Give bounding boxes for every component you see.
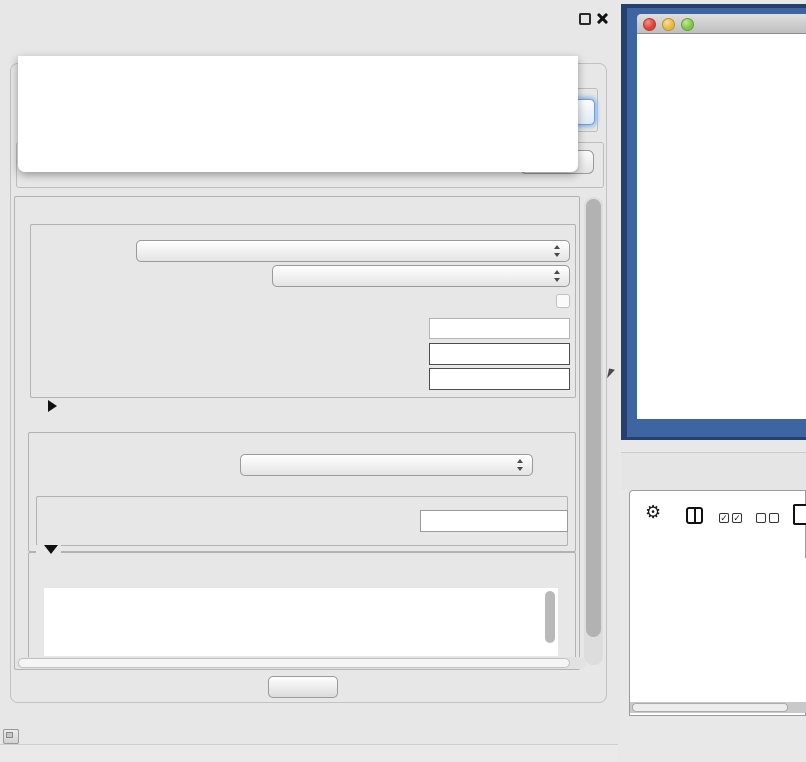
- table-panel-header: [621, 452, 806, 490]
- file-icon[interactable]: [793, 504, 806, 525]
- table-toolbar: [629, 492, 806, 538]
- table-body[interactable]: [630, 558, 806, 702]
- collapse-arrow-icon[interactable]: [44, 545, 58, 554]
- apply-button[interactable]: [268, 676, 338, 698]
- network-canvas[interactable]: [637, 34, 806, 419]
- table-header-row: [630, 538, 806, 558]
- stepper-icon: [554, 245, 561, 257]
- dropdown-hint: [18, 56, 578, 75]
- expand-arrow-icon[interactable]: [48, 400, 57, 412]
- columns-icon[interactable]: [686, 507, 703, 524]
- algorithm-dropdown-popup: [18, 56, 578, 172]
- stepper-icon: [517, 459, 524, 471]
- dock-window-icon-inner: [6, 732, 13, 738]
- list-scrollbar-thumb[interactable]: [545, 591, 555, 643]
- unchecked-checkbox-icon[interactable]: [769, 513, 779, 523]
- sources-title[interactable]: [36, 545, 61, 554]
- checked-checkbox-icon[interactable]: [719, 513, 729, 523]
- aracne-mode-combobox[interactable]: [136, 240, 570, 262]
- manual-kernel-checkbox[interactable]: [556, 294, 570, 308]
- dock-window-icon[interactable]: [3, 729, 19, 744]
- mi-type-combobox[interactable]: [272, 265, 570, 287]
- table-hscrollbar-thumb[interactable]: [632, 703, 788, 712]
- dpi-tolerance-field[interactable]: [429, 343, 570, 365]
- network-window-titlebar[interactable]: [637, 14, 806, 34]
- checked-checkbox-icon[interactable]: [732, 513, 742, 523]
- settings-scrollbar-thumb[interactable]: [586, 199, 601, 637]
- close-icon[interactable]: [595, 12, 608, 25]
- kernel-width-field[interactable]: [429, 318, 570, 339]
- zoom-window-icon[interactable]: [681, 18, 694, 31]
- list-hscrollbar-thumb[interactable]: [18, 658, 570, 668]
- hub-definition-section[interactable]: [40, 400, 57, 412]
- minimize-window-icon[interactable]: [662, 18, 675, 31]
- gear-icon[interactable]: [645, 502, 661, 523]
- stepper-icon: [554, 270, 561, 282]
- close-window-icon[interactable]: [643, 18, 656, 31]
- network-view-window: [621, 4, 806, 440]
- data-attributes-list[interactable]: [44, 588, 558, 656]
- unchecked-checkbox-icon[interactable]: [756, 513, 766, 523]
- dropdown-item-list: [18, 75, 578, 77]
- mi-threshold-field[interactable]: [420, 510, 568, 532]
- mi-steps-field[interactable]: [429, 368, 570, 390]
- float-window-icon[interactable]: [579, 13, 591, 25]
- which-threshold-combobox[interactable]: [240, 454, 533, 476]
- network-window-frame: [627, 8, 806, 437]
